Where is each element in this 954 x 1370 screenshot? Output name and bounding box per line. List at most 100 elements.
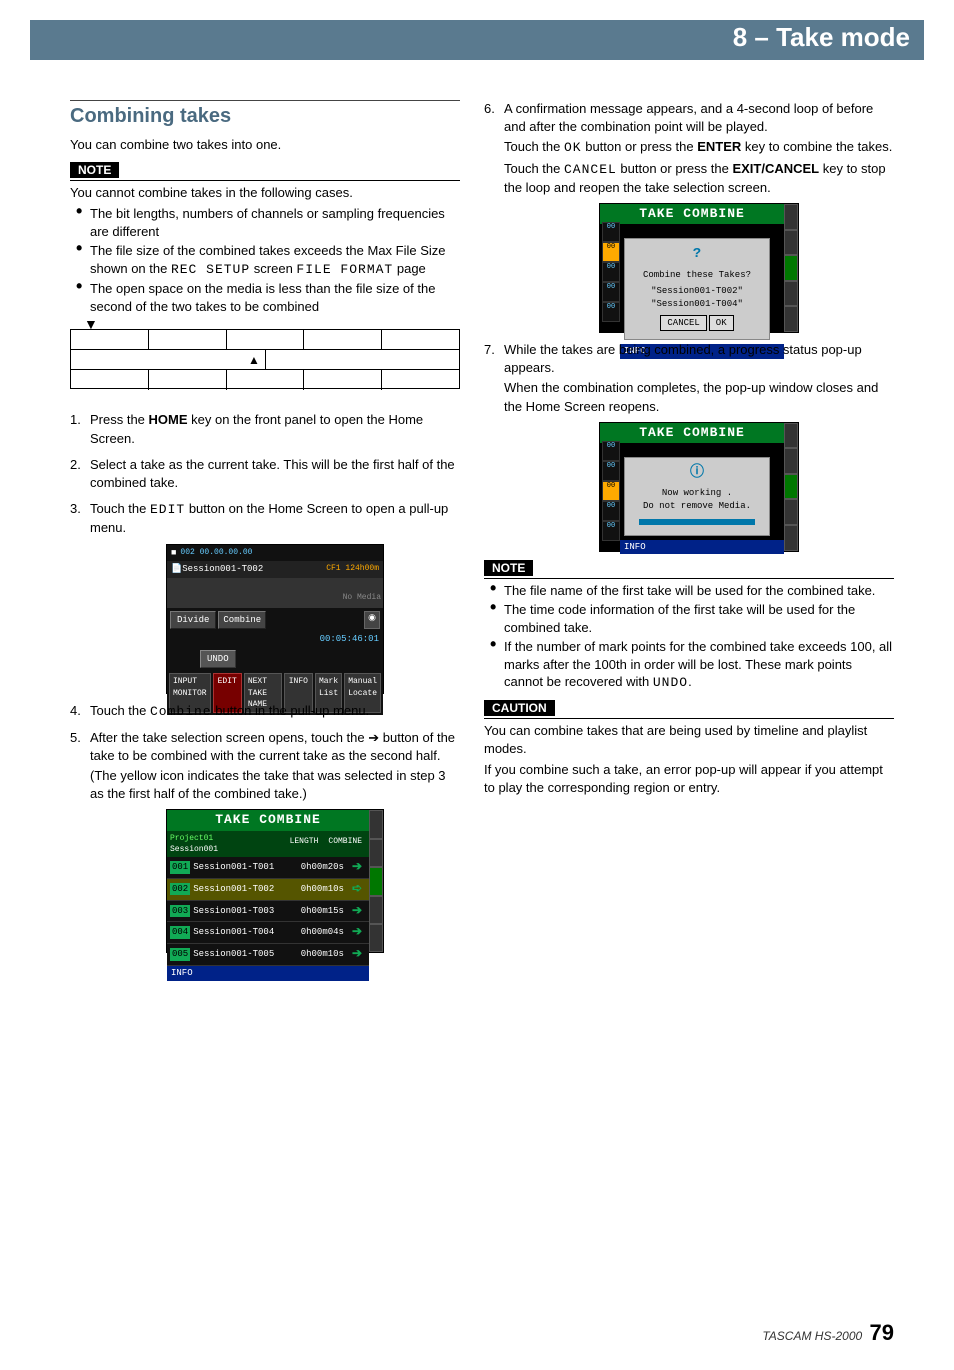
take-name: Session001-T001 [193,861,297,874]
divider [484,718,894,719]
take-length: 0h00m10s [301,948,344,961]
undo-button[interactable]: UNDO [200,650,236,669]
text: After the take selection screen opens, t… [90,730,368,745]
combine-arrow-button[interactable]: ➪ [352,881,362,898]
text: Press the [90,412,149,427]
take-row: 004Session001-T0040h00m04s➔ [167,922,369,944]
note-label: NOTE [70,162,119,178]
chapter-title: 8 – Take mode [733,22,910,53]
progress-line-2: Do not remove Media. [629,500,765,513]
keycap: ENTER [697,139,741,154]
progress-line-1: Now working . [629,487,765,500]
text: button in the pull-up menu. [212,703,370,718]
timecode: 00:05:46:01 [167,632,383,647]
confirm-dialog: ? Combine these Takes? "Session001-T002"… [624,238,770,340]
length-header: LENGTH [284,833,325,855]
divider [70,180,460,181]
text: Touch the [504,139,564,154]
confirm-dialog-screenshot: TAKE COMBINE 00 00 00 00 00 ? Combine th… [599,203,799,333]
take-row: 003Session001-T0030h00m15s➔ [167,901,369,923]
question-icon: ? [629,245,765,265]
screen-title: TAKE COMBINE [167,810,369,830]
text: button or press the [582,139,698,154]
text: The bit lengths, numbers of channels or … [90,206,445,239]
scroll-up-icon[interactable] [369,839,383,867]
step-1: Press the HOME key on the front panel to… [70,411,460,447]
counter: 002 00.00.00.00 [180,547,379,558]
take-name-2: "Session001-T004" [629,298,765,311]
take-name: Session001-T002 [193,883,297,896]
scrollbar[interactable] [369,810,383,952]
scroll-down-icon[interactable] [369,896,383,924]
mono-text: EDIT [150,502,185,517]
steps-list-right: A confirmation message appears, and a 4-… [484,100,894,552]
no-media: No Media [343,592,381,603]
text: Touch the [90,501,150,516]
chapter-header: 8 – Take mode [30,20,924,60]
take-number: 002 [170,883,190,896]
text: button or press the [617,161,733,176]
take-name: Session001-T005 [193,948,297,961]
combine-arrow-button[interactable]: ➔ [352,903,362,920]
take-row: 005Session001-T0050h00m10s➔ [167,944,369,966]
note-bullet: The file size of the combined takes exce… [80,242,460,278]
take-length: 0h00m10s [301,883,344,896]
text: The open space on the media is less than… [90,281,435,314]
steps-list: Press the HOME key on the front panel to… [70,411,460,953]
scrollbar[interactable] [784,204,798,332]
dialog-message: Combine these Takes? [629,269,765,282]
combine-button[interactable]: Combine [218,611,266,630]
note-bullet: The time code information of the first t… [494,601,894,636]
arrow-up-icon: ▲ [248,353,260,367]
session-name: Session001 [170,844,284,855]
scrollbar[interactable] [784,423,798,551]
ok-button[interactable]: OK [709,315,734,332]
home-screen-screenshot: ■ 002 00.00.00.00 📄 Session001-T002 CF1 … [166,544,384,694]
text: Touch the [504,161,564,176]
progress-dialog: ⓘ Now working . Do not remove Media. [624,457,770,536]
take-number: 003 [170,905,190,918]
step-sub-text: (The yellow icon indicates the take that… [90,767,460,803]
intro-text: You can combine two takes into one. [70,136,460,154]
combine-arrow-button[interactable]: ➔ [352,946,362,963]
combine-arrow-button[interactable]: ➔ [352,924,362,941]
take-row: 002Session001-T002 0h00m10s ➪ [167,879,369,901]
note-bullet: The file name of the first take will be … [494,582,894,600]
progress-dialog-screenshot: TAKE COMBINE 00 00 00 00 00 ⓘ Now workin… [599,422,799,552]
text: key to combine the takes. [741,139,892,154]
take-combine-list-screenshot: TAKE COMBINE Project01 Session001 LENGTH… [166,809,384,953]
take-length: 0h00m20s [301,861,344,874]
step-2: Select a take as the current take. This … [70,456,460,492]
screen-title: TAKE COMBINE [600,204,784,224]
step-4: Touch the Combine button in the pull-up … [70,702,460,721]
scroll-thumb[interactable] [369,867,383,895]
scroll-top-icon[interactable] [369,810,383,838]
take-name: Session001-T004 [193,926,297,939]
keycap: EXIT/CANCEL [732,161,819,176]
take-length: 0h00m15s [301,905,344,918]
mono-text: CANCEL [564,162,617,177]
combine-arrow-button[interactable]: ➔ [352,859,362,876]
note-bullet: The open space on the media is less than… [80,280,460,315]
take-name-1: "Session001-T002" [629,285,765,298]
divide-button[interactable]: Divide [170,611,216,630]
rec-indicator: ◉ [364,611,380,630]
text: . [688,674,692,689]
mono-text: FILE FORMAT [296,262,393,277]
text: While the takes are being combined, a pr… [504,342,862,375]
text: When the combination completes, the pop-… [504,379,894,415]
mono-text: REC SETUP [171,262,250,277]
combine-diagram: ▼ ▲ [70,323,460,401]
info-button[interactable]: INFO [620,540,784,555]
take-number: 004 [170,926,190,939]
scroll-bottom-icon[interactable] [369,924,383,952]
screen-title: TAKE COMBINE [600,423,784,443]
info-button[interactable]: INFO [167,966,369,981]
caution-label: CAUTION [484,700,555,716]
step-6: A confirmation message appears, and a 4-… [484,100,894,333]
step-3: Touch the EDIT button on the Home Screen… [70,500,460,693]
mono-text: UNDO [653,675,688,690]
cancel-button[interactable]: CANCEL [660,315,706,332]
page-number: 79 [870,1320,894,1345]
caution-text: If you combine such a take, an error pop… [484,761,894,796]
